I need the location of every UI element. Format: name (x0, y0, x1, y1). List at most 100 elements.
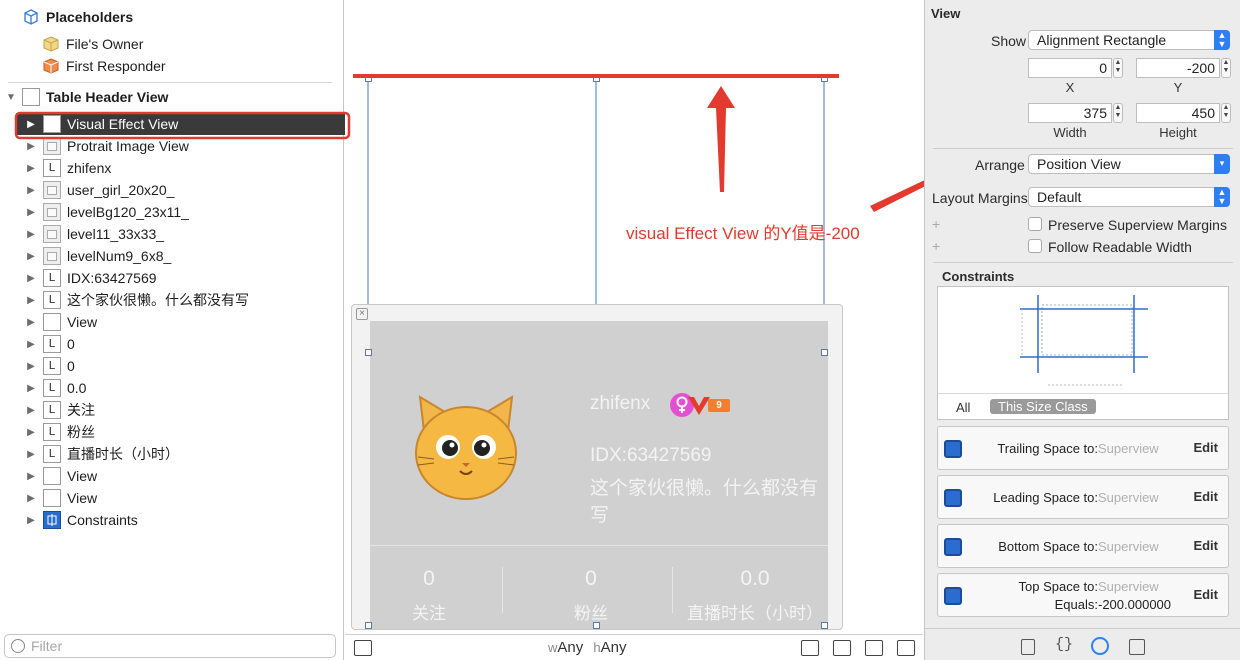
trailing-constraint-icon (944, 440, 962, 458)
disclosure-icon[interactable]: ▶ (26, 471, 36, 482)
disclosure-icon[interactable]: ▶ (26, 361, 36, 372)
stats-divider (370, 545, 828, 546)
resize-handle[interactable] (821, 349, 828, 356)
outline-item[interactable]: ▶ L 关注 (16, 399, 336, 421)
outline-item[interactable]: ▶ Protrait Image View (16, 135, 336, 157)
height-stepper[interactable]: ▲ ▼ (1221, 103, 1231, 123)
file-inspector-icon[interactable] (1021, 639, 1035, 655)
plus-icon[interactable]: + (932, 216, 940, 232)
size-class-selector[interactable]: wAny hAny (548, 639, 627, 656)
plus-icon[interactable]: + (932, 238, 940, 254)
x-stepper[interactable]: ▲ ▼ (1113, 58, 1123, 78)
edit-button[interactable]: Edit (1193, 440, 1218, 455)
outline-item[interactable]: ▶ L 0 (16, 355, 336, 377)
visual-effect-view[interactable]: zhifenx 9 IDX:63427569 这个家伙很懒。什么都没有写 0 关… (370, 321, 828, 629)
constraints-all-tab[interactable]: All (956, 400, 970, 415)
outline-item[interactable]: ▶ Constraints (16, 509, 336, 531)
constraints-diagram[interactable]: All This Size Class (937, 286, 1229, 420)
first-responder-item[interactable]: First Responder (42, 55, 166, 77)
width-field[interactable]: 375 (1028, 103, 1112, 123)
constraints-size-class-tab[interactable]: This Size Class (990, 399, 1096, 414)
arrange-popup[interactable]: Position View ▾ (1028, 154, 1230, 174)
show-popup[interactable]: Alignment Rectangle ▲ ▼ (1028, 30, 1230, 50)
stat-divider (502, 567, 503, 613)
filter-field[interactable]: Filter (4, 634, 336, 658)
constraint-leading[interactable]: Leading Space to: Superview Edit (937, 475, 1229, 519)
disclosure-icon[interactable]: ▶ (26, 493, 36, 504)
disclosure-icon[interactable]: ▶ (26, 295, 36, 306)
connections-inspector-icon[interactable] (1129, 639, 1145, 655)
preserve-superview-margins-checkbox[interactable] (1028, 217, 1042, 231)
disclosure-icon[interactable]: ▶ (26, 141, 36, 152)
disclosure-open-icon[interactable]: ▼ (6, 92, 16, 103)
constraint-trailing[interactable]: Trailing Space to: Superview Edit (937, 426, 1229, 470)
disclosure-icon[interactable]: ▶ (26, 273, 36, 284)
outline-item[interactable]: ▶ levelBg120_23x11_ (16, 201, 336, 223)
constraint-bottom[interactable]: Bottom Space to: Superview Edit (937, 524, 1229, 568)
resolve-autolayout-icon[interactable] (897, 640, 915, 656)
disclosure-icon[interactable]: ▶ (26, 229, 36, 240)
outline-item[interactable]: ▶ View (16, 311, 336, 333)
y-stepper[interactable]: ▲ ▼ (1221, 58, 1231, 78)
resize-handle[interactable] (593, 622, 600, 629)
disclosure-icon[interactable]: ▶ (26, 339, 36, 350)
outline-item[interactable]: ▶ user_girl_20x20_ (16, 179, 336, 201)
top-constraint-icon (944, 587, 962, 605)
height-field[interactable]: 450 (1136, 103, 1220, 123)
disclosure-icon[interactable]: ▶ (26, 427, 36, 438)
x-field[interactable]: 0 (1028, 58, 1112, 78)
size-inspector-icon[interactable] (1091, 637, 1109, 655)
resize-handle[interactable] (365, 349, 372, 356)
disclosure-icon[interactable]: ▶ (26, 515, 36, 526)
resize-handle[interactable] (365, 75, 372, 82)
constraint-top[interactable]: Top Space to: Superview Equals: -200.000… (937, 573, 1229, 617)
outline-item[interactable]: ▶ L 粉丝 (16, 421, 336, 443)
outline-item[interactable]: ▶ level11_33x33_ (16, 223, 336, 245)
y-field[interactable]: -200 (1136, 58, 1220, 78)
table-header-view-item[interactable]: ▼ Table Header View (6, 86, 168, 108)
follow-readable-width-checkbox[interactable] (1028, 239, 1042, 253)
disclosure-icon[interactable]: ▶ (26, 251, 36, 262)
disclosure-icon[interactable]: ▶ (26, 449, 36, 460)
outline-item[interactable]: ▶ Visual Effect View (16, 113, 349, 135)
edit-button[interactable]: Edit (1193, 587, 1218, 602)
width-stepper[interactable]: ▲ ▼ (1113, 103, 1123, 123)
toggle-outline-icon[interactable] (354, 640, 372, 656)
outline-item[interactable]: ▶ L 直播时长（小时） (16, 443, 336, 465)
outline-item[interactable]: ▶ L 0 (16, 333, 336, 355)
stat-divider (672, 567, 673, 613)
pin-icon[interactable] (865, 640, 883, 656)
disclosure-icon[interactable]: ▶ (26, 317, 36, 328)
close-icon[interactable]: × (356, 308, 368, 320)
align-icon[interactable] (833, 640, 851, 656)
outline-item[interactable]: ▶ Lzhifenx (16, 157, 336, 179)
image-view-icon (43, 225, 61, 243)
layout-margins-popup[interactable]: Default ▲ ▼ (1028, 187, 1230, 207)
idx-label: IDX:63427569 (590, 445, 712, 466)
edit-button[interactable]: Edit (1193, 538, 1218, 553)
outline-item[interactable]: ▶ L 这个家伙很懒。什么都没有写 (16, 289, 336, 311)
outline-item[interactable]: ▶ L IDX:63427569 (16, 267, 336, 289)
disclosure-icon[interactable]: ▶ (26, 185, 36, 196)
embed-in-stack-icon[interactable] (801, 640, 819, 656)
image-view-icon (43, 203, 61, 221)
size-inspector: View Show Alignment Rectangle ▲ ▼ 0 ▲ ▼ X -… (924, 0, 1240, 660)
outline-item[interactable]: ▶ levelNum9_6x8_ (16, 245, 336, 267)
edit-button[interactable]: Edit (1193, 489, 1218, 504)
quick-help-icon[interactable]: {} (1055, 636, 1073, 653)
outline-item[interactable]: ▶ L 0.0 (16, 377, 336, 399)
resize-handle[interactable] (821, 75, 828, 82)
files-owner-item[interactable]: File's Owner (42, 33, 143, 55)
resize-handle[interactable] (365, 622, 372, 629)
resize-handle[interactable] (593, 75, 600, 82)
disclosure-icon[interactable]: ▶ (26, 163, 36, 174)
disclosure-icon[interactable]: ▶ (26, 383, 36, 394)
disclosure-icon[interactable]: ▶ (26, 207, 36, 218)
disclosure-icon[interactable]: ▶ (26, 119, 36, 130)
table-header-view[interactable]: × zhifenx 9 IDX:63427569 这个家伙很懒。什么都没有写 0… (351, 304, 843, 630)
outline-item[interactable]: ▶ View (16, 487, 336, 509)
resize-handle[interactable] (821, 622, 828, 629)
files-owner-icon (42, 35, 60, 53)
disclosure-icon[interactable]: ▶ (26, 405, 36, 416)
outline-item[interactable]: ▶ View (16, 465, 336, 487)
